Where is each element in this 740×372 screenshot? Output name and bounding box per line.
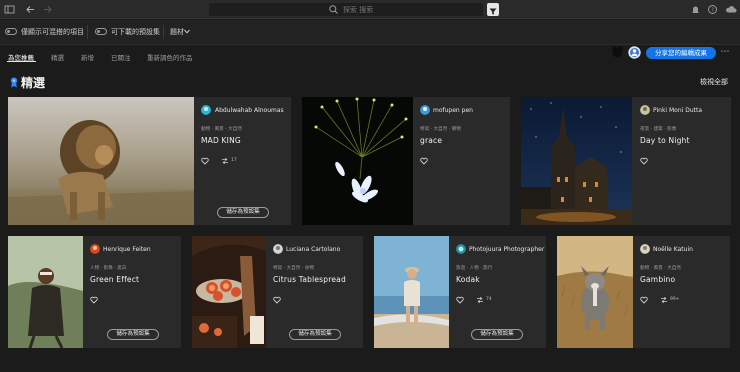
cloud-icon[interactable]	[725, 4, 737, 15]
remix-count: 17	[231, 158, 237, 163]
author-avatar[interactable]	[201, 105, 211, 115]
remix-icon[interactable]	[476, 296, 484, 304]
view-all-link[interactable]: 檢視全部	[700, 77, 728, 87]
card-tags: 旅遊 · 人物 · 旅行	[456, 266, 493, 271]
author-name[interactable]: Luciana Cartolano	[286, 246, 340, 253]
filter-button[interactable]	[487, 3, 499, 16]
card-tags: 特寫 · 大自然 · 食物	[273, 266, 314, 271]
card-title: Green Effect	[90, 275, 140, 284]
forward-arrow-icon[interactable]	[42, 4, 53, 15]
bell-icon[interactable]	[690, 4, 701, 15]
remix-count: 99+	[670, 297, 680, 302]
heart-icon[interactable]	[640, 157, 648, 165]
heart-icon[interactable]	[640, 296, 648, 304]
user-avatar[interactable]	[628, 46, 641, 59]
featured-badge-icon	[10, 77, 18, 88]
remix-icon[interactable]	[221, 157, 229, 165]
heart-icon[interactable]	[273, 296, 281, 304]
remixable-only-toggle[interactable]	[5, 28, 17, 35]
author-avatar[interactable]	[640, 244, 650, 254]
tab-remixed[interactable]: 重新調色的作品	[147, 52, 193, 62]
panel-toggle-icon[interactable]	[4, 4, 15, 15]
filter-divider	[163, 25, 164, 39]
downloadable-presets-label: 可下載的預設集	[111, 28, 160, 36]
svg-text:?: ?	[711, 8, 714, 14]
card-photo-beach[interactable]	[374, 236, 449, 348]
preset-card[interactable]: Noëlle Katuin 動物 · 風景 · 大自然 Gambino 99+	[557, 236, 730, 348]
card-photo-dog[interactable]	[557, 236, 633, 348]
save-as-preset-button[interactable]: 儲存為預設集	[217, 207, 269, 218]
section-title: 精選	[21, 76, 46, 90]
card-tags: 動物 · 風景 · 大自然	[640, 266, 681, 271]
author-name[interactable]: Noëlle Katuin	[653, 246, 693, 253]
card-photo-castle[interactable]	[521, 97, 632, 225]
preset-card[interactable]: Abdulwahab Alnoumas 動物 · 風景 · 大自然 MAD KI…	[8, 97, 291, 225]
author-name[interactable]: mofupen pen	[433, 107, 473, 114]
heart-icon[interactable]	[456, 296, 464, 304]
filter-divider	[87, 25, 88, 39]
card-title: grace	[420, 136, 443, 145]
bear-avatar[interactable]	[611, 45, 624, 58]
heart-icon[interactable]	[90, 296, 98, 304]
help-icon[interactable]: ?	[707, 4, 718, 15]
filter-bar: 僅顯示可混搭的項目 可下載的預設集 題材	[0, 20, 740, 45]
tab-new[interactable]: 新增	[81, 52, 94, 62]
tab-following[interactable]: 已關注	[111, 52, 131, 62]
card-tags: 動物 · 風景 · 大自然	[201, 127, 242, 132]
chevron-down-icon	[184, 29, 190, 34]
funnel-icon	[489, 8, 497, 15]
card-photo-lion[interactable]	[8, 97, 194, 225]
card-title: Kodak	[456, 275, 480, 284]
save-as-preset-button[interactable]: 儲存為預設集	[471, 329, 523, 340]
search-box[interactable]	[209, 3, 483, 16]
search-input[interactable]	[343, 3, 473, 16]
card-photo-flower[interactable]	[302, 97, 413, 225]
author-name[interactable]: Henrique Feiten	[103, 246, 151, 253]
save-as-preset-button[interactable]: 儲存為預設集	[289, 329, 341, 340]
author-name[interactable]: Pinki Moni Dutta	[653, 107, 702, 114]
author-avatar[interactable]	[420, 105, 430, 115]
preset-card[interactable]: Pinki Moni Dutta 夜景 · 建築 · 影像 Day to Nig…	[521, 97, 731, 225]
subject-dropdown[interactable]: 題材	[170, 27, 184, 37]
downloadable-presets-toggle[interactable]	[95, 28, 107, 35]
preset-card[interactable]: Luciana Cartolano 特寫 · 大自然 · 食物 Citrus T…	[192, 236, 363, 348]
preset-card[interactable]: mofupen pen 特寫 · 大自然 · 靜物 grace	[302, 97, 510, 225]
author-avatar[interactable]	[640, 105, 650, 115]
card-title: Day to Night	[640, 136, 690, 145]
back-arrow-icon[interactable]	[25, 4, 36, 15]
author-name[interactable]: Abdulwahab Alnoumas	[215, 107, 284, 114]
author-name[interactable]: Photojuura Photographer	[469, 246, 544, 253]
active-tab-indicator	[7, 61, 36, 62]
top-bar: ?	[0, 0, 740, 19]
heart-icon[interactable]	[420, 157, 428, 165]
card-tags: 特寫 · 大自然 · 靜物	[420, 127, 461, 132]
preset-card[interactable]: Photojuura Photographer 旅遊 · 人物 · 旅行 Kod…	[374, 236, 546, 348]
heart-icon[interactable]	[201, 157, 209, 165]
save-as-preset-button[interactable]: 儲存為預設集	[107, 329, 159, 340]
card-title: Citrus Tablespread	[273, 275, 346, 284]
remix-count: 74	[486, 297, 492, 302]
share-edits-button[interactable]: 分享您的編輯成果	[646, 47, 716, 59]
card-tags: 人物 · 影像 · 黑白	[90, 266, 127, 271]
tab-featured[interactable]: 精選	[51, 52, 64, 62]
preset-card[interactable]: Henrique Feiten 人物 · 影像 · 黑白 Green Effec…	[8, 236, 181, 348]
remix-icon[interactable]	[660, 296, 668, 304]
author-avatar[interactable]	[456, 244, 466, 254]
author-avatar[interactable]	[273, 244, 283, 254]
card-title: Gambino	[640, 275, 676, 284]
card-photo-citrus[interactable]	[192, 236, 266, 348]
author-avatar[interactable]	[90, 244, 100, 254]
remixable-only-label: 僅顯示可混搭的項目	[21, 28, 84, 36]
card-title: MAD KING	[201, 136, 241, 145]
app-window: ? 僅顯示可混搭的項目 可下載的預設集 題材 為您推薦 精選 新增 已關注 重新…	[0, 0, 740, 372]
more-options-icon[interactable]: ⋯	[719, 48, 731, 58]
card-photo-portrait[interactable]	[8, 236, 83, 348]
search-icon	[329, 5, 338, 14]
card-tags: 夜景 · 建築 · 影像	[640, 127, 677, 132]
